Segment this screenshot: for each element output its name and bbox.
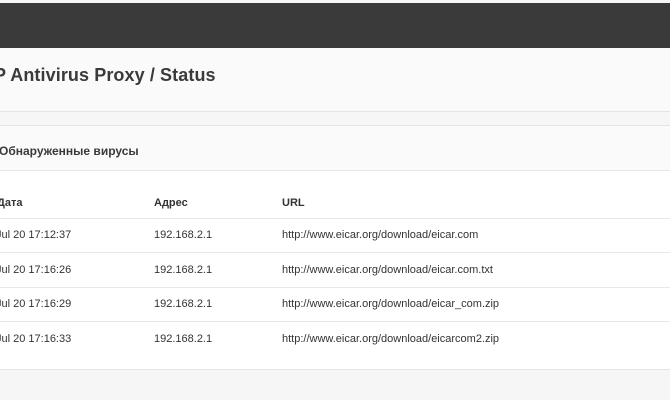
address-cell: 192.168.2.1 xyxy=(154,218,282,253)
address-cell: 192.168.2.1 xyxy=(154,252,282,288)
url-cell: http://www.eicar.org/download/eicarcom2.… xyxy=(282,333,500,345)
panel-header: Обнаруженные вирусы xyxy=(0,126,670,171)
address-cell: 192.168.2.1 xyxy=(154,333,213,345)
top-navbar xyxy=(0,3,670,48)
panel-title: Обнаруженные вирусы xyxy=(0,144,139,158)
url-cell: http://www.eicar.org/download/eicar_com.… xyxy=(282,287,670,322)
table-header-row: Дата Адрес URL xyxy=(0,184,670,219)
date-cell: Jul 20 17:16:29 xyxy=(0,287,154,322)
address-cell: 192.168.2.1 xyxy=(154,287,282,322)
page-title: P Antivirus Proxy / Status xyxy=(0,65,216,85)
page-header: P Antivirus Proxy / Status xyxy=(0,48,670,112)
detected-viruses-panel: Обнаруженные вирусы Дата Адрес URL Jul 2… xyxy=(0,125,670,370)
table-row: Jul 20 17:16:29 192.168.2.1 http://www.e… xyxy=(0,287,670,322)
virus-table: Дата Адрес URL Jul 20 17:12:37 192.168.2… xyxy=(0,184,670,356)
date-cell: Jul 20 17:12:37 xyxy=(0,218,154,253)
url-cell: http://www.eicar.org/download/eicar.com.… xyxy=(282,252,670,288)
table-row: Jul 20 17:16:33 192.168.2.1 http://www.e… xyxy=(0,322,670,357)
url-cell: http://www.eicar.org/download/eicar.com xyxy=(282,218,670,253)
date-cell: Jul 20 17:16:26 xyxy=(0,252,154,288)
table-row: Jul 20 17:12:37 192.168.2.1 http://www.e… xyxy=(0,218,670,253)
column-header-url: URL xyxy=(282,184,670,219)
date-cell: Jul 20 17:16:33 xyxy=(0,333,72,345)
column-header-date: Дата xyxy=(0,184,154,219)
column-header-address: Адрес xyxy=(154,184,282,219)
table-row: Jul 20 17:16:26 192.168.2.1 http://www.e… xyxy=(0,252,670,288)
